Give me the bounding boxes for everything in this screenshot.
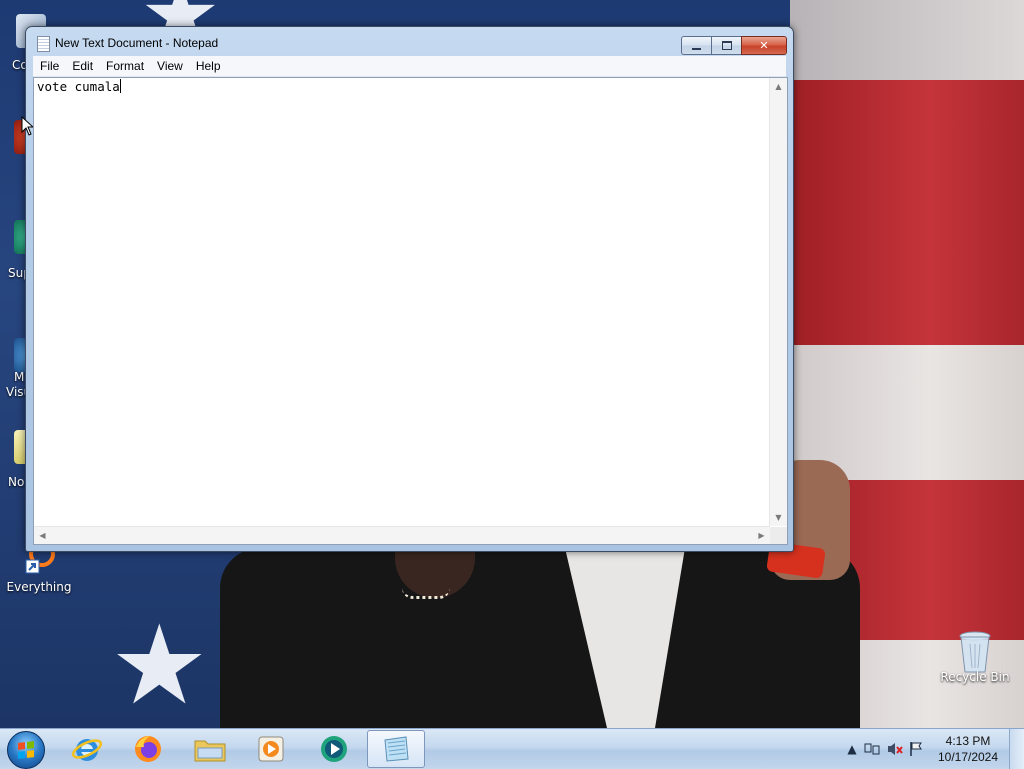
menu-format[interactable]: Format (100, 59, 150, 73)
clock[interactable]: 4:13 PM 10/17/2024 (928, 733, 1008, 765)
taskbar-notepad[interactable] (367, 730, 425, 768)
wallpaper-pearls (402, 588, 450, 599)
desktop-icon-label-notepad: No (8, 475, 25, 489)
media-app-icon (321, 736, 347, 762)
minimize-icon (692, 47, 701, 50)
maximize-button[interactable] (711, 36, 741, 55)
notepad-icon (37, 36, 50, 52)
taskbar: ▲ 4:13 PM 10/17/2024 (0, 728, 1024, 769)
scroll-up-icon[interactable]: ▲ (770, 78, 787, 95)
start-button[interactable] (7, 731, 45, 769)
wallpaper-figure (220, 548, 860, 728)
show-desktop-button[interactable] (1009, 729, 1024, 769)
horizontal-scrollbar[interactable]: ◀ ▶ (34, 526, 770, 544)
vertical-scrollbar[interactable]: ▲ ▼ (769, 78, 787, 526)
windows-logo-icon (18, 741, 34, 759)
media-player-icon (258, 736, 284, 762)
system-tray: ▲ 4:13 PM 10/17/2024 (844, 729, 1024, 769)
close-button[interactable]: ✕ (741, 36, 787, 55)
window-title: New Text Document - Notepad (55, 36, 219, 50)
menu-file[interactable]: File (34, 59, 65, 73)
wallpaper-star: ★ (110, 601, 209, 728)
desktop-icon-label-m: M (14, 370, 25, 384)
close-icon: ✕ (759, 39, 769, 52)
text-editor[interactable]: vote cumala ▲ ▼ ◀ ▶ (33, 77, 788, 545)
menu-view[interactable]: View (151, 59, 189, 73)
mouse-pointer-icon (21, 116, 33, 136)
minimize-button[interactable] (681, 36, 711, 55)
notepad-icon (384, 736, 409, 762)
caption-buttons: ✕ (681, 36, 787, 55)
clock-date: 10/17/2024 (937, 750, 999, 764)
scroll-corner (770, 527, 787, 544)
wallpaper-flag-stripe (790, 0, 1024, 80)
taskbar-media-player[interactable] (242, 730, 300, 768)
desktop: ★ ★ Co Sup M Visu No Everything (0, 0, 1024, 728)
firefox-icon (135, 736, 161, 762)
scroll-right-icon[interactable]: ▶ (753, 527, 770, 544)
show-hidden-icons-icon[interactable]: ▲ (844, 741, 860, 757)
text-caret (119, 79, 121, 93)
action-center-flag-icon[interactable] (908, 741, 924, 757)
clock-time: 4:13 PM (945, 734, 991, 748)
scroll-left-icon[interactable]: ◀ (34, 527, 51, 544)
scroll-down-icon[interactable]: ▼ (770, 509, 787, 526)
menu-edit[interactable]: Edit (66, 59, 99, 73)
text-content: vote cumala (37, 79, 121, 94)
wallpaper-flag-stripe (790, 80, 1024, 345)
desktop-icon-label: Everything (6, 580, 72, 594)
desktop-icon-label: Recycle Bin (940, 670, 1010, 684)
desktop-icon-recycle-bin[interactable]: Recycle Bin (939, 630, 1011, 684)
document-text: vote cumala (37, 79, 120, 94)
taskbar-internet-explorer[interactable] (58, 730, 116, 768)
network-icon[interactable] (864, 741, 880, 757)
taskbar-firefox[interactable] (119, 730, 177, 768)
recycle-bin-icon (958, 630, 992, 673)
taskbar-media-app[interactable] (305, 730, 363, 768)
folder-icon (194, 740, 226, 762)
restore-icon (721, 41, 732, 50)
internet-explorer-icon (71, 739, 103, 761)
volume-muted-icon[interactable] (886, 741, 903, 757)
menu-help[interactable]: Help (190, 59, 227, 73)
title-bar[interactable]: New Text Document - Notepad ✕ (26, 27, 793, 57)
menu-bar: File Edit Format View Help (33, 56, 786, 77)
notepad-window[interactable]: New Text Document - Notepad ✕ File Edit … (25, 26, 794, 552)
taskbar-file-explorer[interactable] (181, 730, 239, 768)
